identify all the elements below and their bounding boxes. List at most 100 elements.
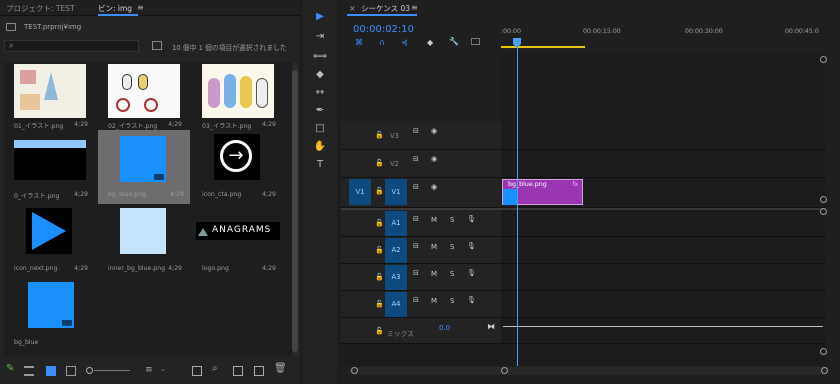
- eye-icon[interactable]: ◉: [431, 127, 437, 135]
- list-item[interactable]: 01_イラスト.png 4;29: [6, 64, 94, 134]
- sync-lock-icon[interactable]: ⊟: [413, 183, 419, 191]
- solo-button[interactable]: S: [450, 270, 454, 278]
- microphone-icon[interactable]: 🎙: [467, 215, 476, 223]
- pen-icon[interactable]: ✒: [311, 104, 329, 118]
- freeform-view-icon[interactable]: [66, 366, 76, 376]
- eye-icon[interactable]: ◉: [431, 155, 437, 163]
- solo-button[interactable]: S: [450, 216, 454, 224]
- track-target[interactable]: A2: [385, 238, 407, 263]
- trash-icon[interactable]: 🗑: [274, 363, 287, 374]
- mute-button[interactable]: M: [431, 297, 437, 305]
- lock-icon[interactable]: 🔓: [375, 219, 384, 227]
- microphone-icon[interactable]: 🎙: [467, 296, 476, 304]
- lock-icon[interactable]: 🔓: [375, 159, 384, 167]
- timecode[interactable]: 00:00:02:10: [353, 24, 414, 35]
- track-target[interactable]: A3: [385, 265, 407, 290]
- track-target[interactable]: A4: [385, 292, 407, 317]
- list-item[interactable]: inner_bg_blue.png 4;29: [100, 208, 188, 278]
- automate-sequence-icon[interactable]: [192, 366, 202, 376]
- list-item[interactable]: ANAGRAMS logo.png 4;29: [194, 208, 282, 278]
- new-search-bin-icon[interactable]: [152, 41, 162, 50]
- slip-icon[interactable]: ↔: [311, 86, 329, 100]
- nest-icon[interactable]: ⌘: [355, 38, 363, 47]
- hand-icon[interactable]: ✋: [311, 140, 329, 154]
- search-input[interactable]: ⌕: [4, 40, 139, 52]
- lock-icon[interactable]: 🔓: [375, 246, 384, 254]
- sync-lock-icon[interactable]: ⊟: [413, 296, 419, 304]
- lock-icon[interactable]: 🔓: [375, 327, 384, 335]
- mute-button[interactable]: M: [431, 243, 437, 251]
- lock-icon[interactable]: 🔓: [375, 273, 384, 281]
- scroll-handle-right[interactable]: [501, 367, 508, 374]
- pencil-icon[interactable]: ✎: [6, 363, 16, 374]
- scroll-handle-left[interactable]: [351, 367, 358, 374]
- text-tool-icon[interactable]: T: [311, 158, 329, 172]
- timeline-clip[interactable]: bg_blue.png fx: [502, 179, 583, 205]
- linked-selection-icon[interactable]: ⊰: [401, 38, 408, 47]
- track-target[interactable]: A1: [385, 211, 407, 236]
- solo-button[interactable]: S: [450, 243, 454, 251]
- bin-scrollbar[interactable]: [292, 62, 298, 357]
- close-icon[interactable]: ×: [349, 4, 356, 13]
- project-bottom-bar: ✎ ≡ ⌄ ⌕ 🗑: [0, 358, 300, 384]
- selection-tool-icon[interactable]: ▶: [311, 10, 329, 24]
- zoom-slider[interactable]: [94, 370, 130, 371]
- sync-lock-icon[interactable]: ⊟: [413, 269, 419, 277]
- mix-marker-icon[interactable]: ⧓: [487, 322, 495, 331]
- tab-sequence[interactable]: シーケンス 03: [361, 3, 410, 14]
- razor-icon[interactable]: ◆: [311, 68, 329, 82]
- new-bin-icon[interactable]: [233, 366, 243, 376]
- sort-icon[interactable]: ≡: [145, 365, 153, 375]
- search-icon[interactable]: ⌕: [212, 363, 218, 374]
- track-select-icon[interactable]: ⇥: [311, 30, 329, 44]
- audio-scroll-bottom-handle[interactable]: [820, 348, 827, 355]
- ripple-edit-icon[interactable]: ⟺: [311, 50, 329, 64]
- marker-icon[interactable]: ◆: [427, 38, 433, 47]
- tab-project[interactable]: プロジェクト: TEST: [6, 3, 75, 14]
- sync-lock-icon[interactable]: ⊟: [413, 242, 419, 250]
- list-item[interactable]: 02_イラスト.png 4;29: [100, 64, 188, 134]
- hamburger-icon[interactable]: ≡: [137, 3, 144, 12]
- mix-value[interactable]: 0.0: [439, 324, 450, 332]
- captions-icon[interactable]: [471, 38, 480, 45]
- lock-icon[interactable]: 🔓: [375, 131, 384, 139]
- icon-view-icon[interactable]: [46, 366, 56, 376]
- zoom-slider-handle[interactable]: [86, 367, 93, 374]
- lock-icon[interactable]: 🔓: [375, 300, 384, 308]
- work-area-bar[interactable]: [501, 46, 585, 48]
- rectangle-icon[interactable]: □: [311, 122, 329, 136]
- snap-icon[interactable]: ∩: [379, 38, 385, 47]
- microphone-icon[interactable]: 🎙: [467, 269, 476, 277]
- volume-line[interactable]: [503, 326, 823, 327]
- list-item[interactable]: bg_blue: [6, 282, 94, 352]
- track-target[interactable]: V1: [385, 179, 407, 205]
- solo-button[interactable]: S: [450, 297, 454, 305]
- source-patch[interactable]: V1: [349, 179, 371, 205]
- mute-button[interactable]: M: [431, 270, 437, 278]
- microphone-icon[interactable]: 🎙: [467, 242, 476, 250]
- thumbnail-next: [26, 208, 72, 254]
- timeline-h-scrollbar[interactable]: [349, 367, 829, 375]
- list-item[interactable]: 0_イラスト.png 4;29: [6, 134, 94, 204]
- sync-lock-icon[interactable]: ⊟: [413, 127, 419, 135]
- eye-icon[interactable]: ◉: [431, 183, 437, 191]
- sync-lock-icon[interactable]: ⊟: [413, 155, 419, 163]
- wrench-icon[interactable]: 🔧: [449, 37, 459, 46]
- scroll-handle-end[interactable]: [821, 367, 828, 374]
- list-item[interactable]: icon_next.png 4;29: [6, 208, 94, 278]
- lock-icon[interactable]: 🔓: [375, 187, 384, 195]
- video-scroll-bottom-handle[interactable]: [820, 196, 827, 203]
- video-scroll-top-handle[interactable]: [820, 56, 827, 63]
- list-item[interactable]: → icon_cta.png 4;29: [194, 134, 282, 204]
- new-item-icon[interactable]: [254, 366, 264, 376]
- chevron-down-icon[interactable]: ⌄: [160, 365, 166, 373]
- audio-scroll-top-handle[interactable]: [820, 208, 827, 215]
- sync-lock-icon[interactable]: ⊟: [413, 215, 419, 223]
- hamburger-icon[interactable]: ≡: [411, 3, 418, 12]
- list-item[interactable]: 03_イラスト.png 4;29: [194, 64, 282, 134]
- list-item-selected[interactable]: bg_blue.png 4;29: [98, 130, 190, 204]
- mute-button[interactable]: M: [431, 216, 437, 224]
- tab-bin[interactable]: ビン: img: [98, 3, 132, 14]
- list-view-icon[interactable]: [24, 366, 34, 376]
- playhead-line[interactable]: [517, 40, 518, 366]
